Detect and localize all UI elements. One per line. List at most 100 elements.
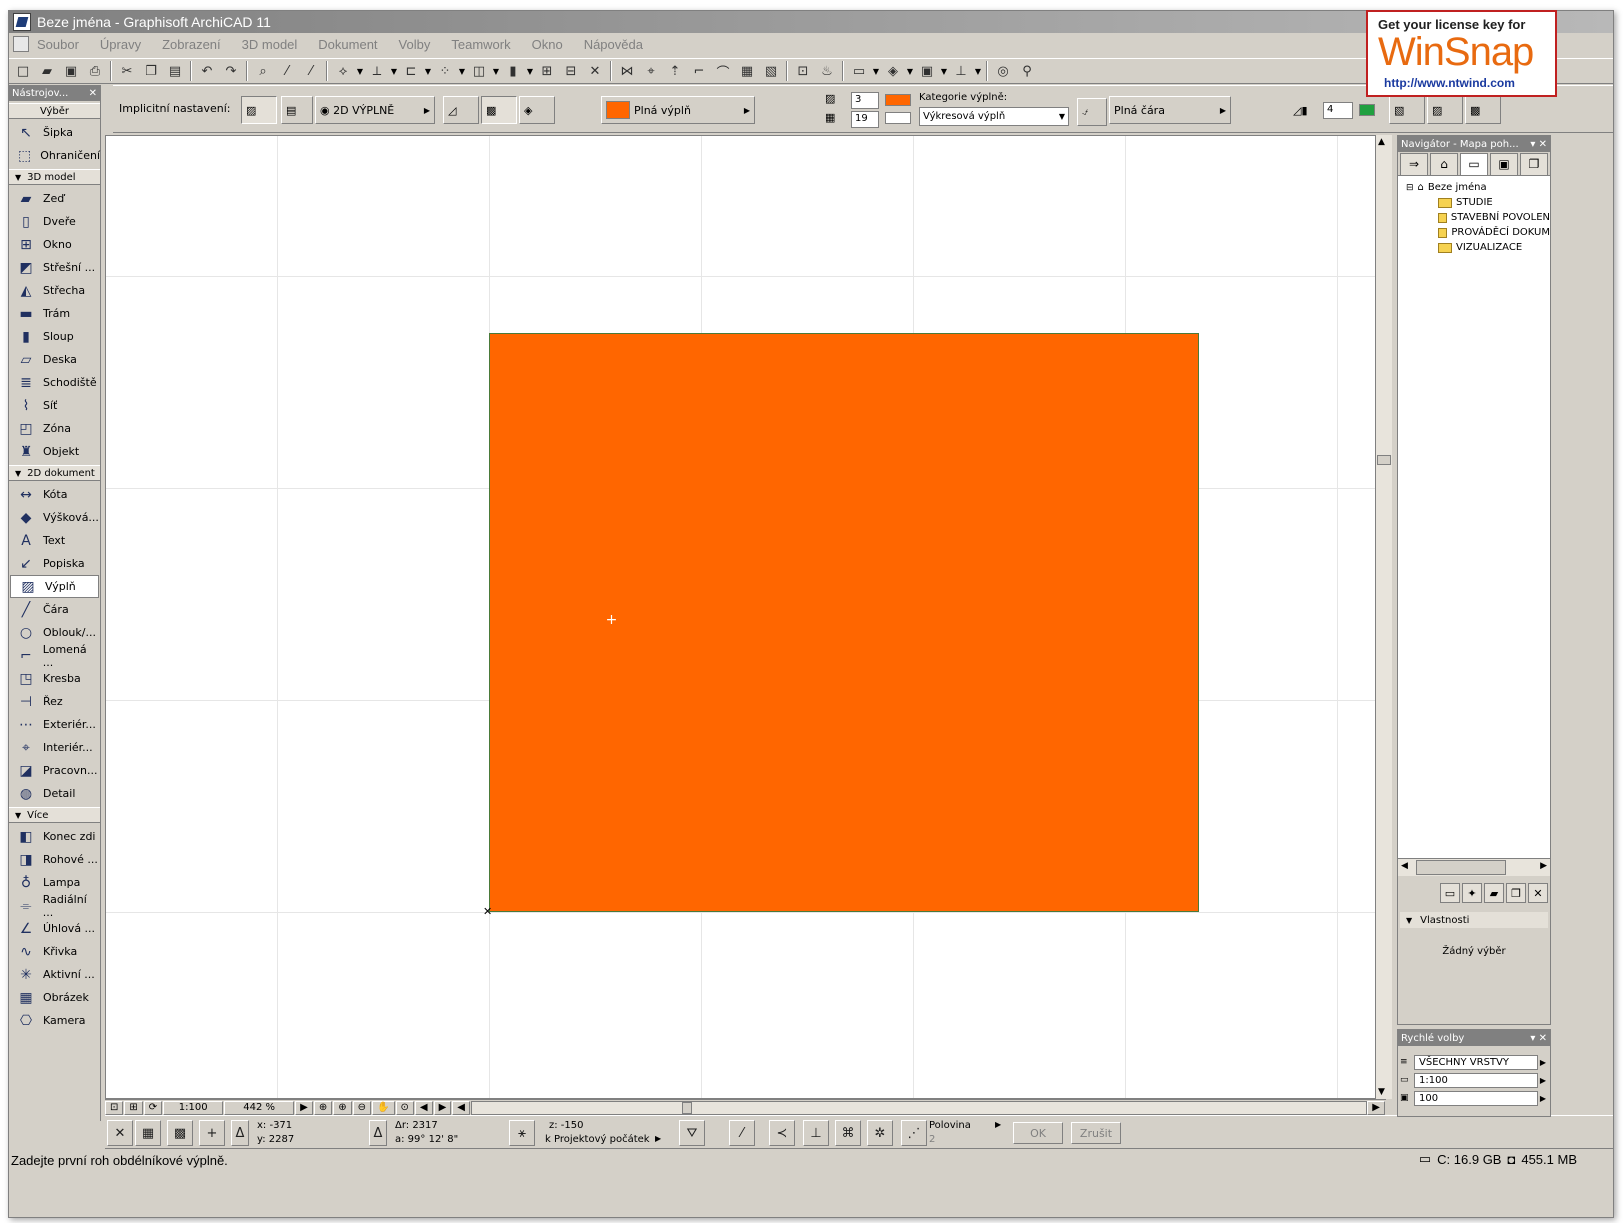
previous-zoom-icon[interactable]: ◀ (414, 1100, 433, 1115)
tree-item[interactable]: STUDIE (1398, 195, 1550, 210)
tool-fill[interactable]: ▨ Výplň (10, 575, 99, 598)
chevron-right-icon[interactable]: ▶ (295, 1100, 313, 1115)
next-zoom-icon[interactable]: ▶ (433, 1100, 452, 1115)
tree-item[interactable]: STAVEBNÍ POVOLEN (1398, 210, 1550, 225)
tab-publisher[interactable]: ▣ (1490, 152, 1518, 175)
parallel-icon[interactable]: ≺ (769, 1120, 795, 1146)
tool-arrow[interactable]: ↖ Šipka (9, 121, 100, 144)
align-icon[interactable]: ⊏ (399, 60, 423, 82)
chevron-down-icon[interactable]: ▼ (973, 60, 983, 82)
menu-upravy[interactable]: Úpravy (98, 37, 143, 52)
fill-category-select[interactable]: Výkresová výplň ▼ (919, 107, 1069, 126)
scroll-right-icon[interactable]: ▶ (1367, 1100, 1385, 1115)
cancel-button[interactable]: Zrušit (1071, 1122, 1121, 1144)
toolbox-group-more[interactable]: ▼ Více (9, 807, 100, 823)
chevron-down-icon[interactable]: ▼ (389, 60, 399, 82)
tool-level-dimension[interactable]: ◆ Výšková... (9, 506, 100, 529)
menu-3d-model[interactable]: 3D model (240, 37, 300, 52)
chevron-right-icon[interactable]: ▶ (995, 1120, 1001, 1129)
cut-icon[interactable]: ✂ (115, 60, 139, 82)
fill-image-button[interactable]: ▩ (1465, 96, 1501, 124)
offset-icon[interactable]: ⇡ (663, 60, 687, 82)
group-icon[interactable]: ▦ (735, 60, 759, 82)
print-icon[interactable]: ⎙ (83, 60, 107, 82)
tool-label-tool[interactable]: ↙ Popiska (9, 552, 100, 575)
special-snap-mode[interactable]: Polovina (929, 1120, 971, 1131)
tool-section[interactable]: ⊣ Řez (9, 690, 100, 713)
fill-gradient-button[interactable]: ▨ (1427, 96, 1463, 124)
fill-favorites-button[interactable]: ▤ (281, 96, 313, 124)
document-menu-icon[interactable] (13, 36, 29, 52)
special-snap-divisions[interactable]: 2 (929, 1134, 935, 1145)
fill-pen-field[interactable]: 3 (851, 92, 879, 109)
scrollbar-thumb[interactable] (682, 1101, 692, 1114)
archicad-app-icon[interactable] (13, 13, 31, 31)
scale-display[interactable]: 1:100 (163, 1100, 224, 1115)
render-icon[interactable]: ♨ (815, 60, 839, 82)
tool-beam[interactable]: ▬ Trám (9, 302, 100, 325)
background-pen-color-swatch[interactable] (885, 112, 911, 124)
tree-root[interactable]: ⊟ ⌂ Beze jména (1398, 180, 1550, 195)
grid-snap-icon[interactable]: ▦ (135, 1120, 161, 1146)
tool-figure[interactable]: ▦ Obrázek (9, 986, 100, 1009)
tool-zone[interactable]: ◰ Zóna (9, 417, 100, 440)
view-icon[interactable]: ▭ (847, 60, 871, 82)
collapse-icon[interactable]: ⊟ (1406, 183, 1414, 193)
navigator-horizontal-scrollbar[interactable]: ◀ ▶ (1398, 858, 1550, 876)
scrollbar-thumb[interactable] (1416, 860, 1506, 875)
delete-icon[interactable]: ✕ (107, 1120, 133, 1146)
tool-detail[interactable]: ◍ Detail (9, 782, 100, 805)
angle-coordinate[interactable]: a: 99° 12' 8" (395, 1134, 458, 1145)
zoom-in-icon[interactable]: ⊕ (313, 1100, 333, 1115)
magic-wand-snap-icon[interactable]: ✲ (867, 1120, 893, 1146)
delete-icon[interactable]: ✕ (1528, 883, 1548, 903)
guide-icon[interactable]: ⊟ (559, 60, 583, 82)
trim-icon[interactable]: ⟂ (365, 60, 389, 82)
snap-guides-icon[interactable]: ⌘ (835, 1120, 861, 1146)
gravity-icon[interactable]: ⛛ (679, 1120, 705, 1146)
banner-url[interactable]: http://www.ntwind.com (1384, 76, 1515, 90)
ungroup-icon[interactable]: ▧ (759, 60, 783, 82)
tool-arc[interactable]: ○ Oblouk/... (9, 621, 100, 644)
menu-teamwork[interactable]: Teamwork (449, 37, 512, 52)
menu-okno[interactable]: Okno (530, 37, 565, 52)
paste-icon[interactable]: ▤ (163, 60, 187, 82)
tool-hotspot[interactable]: ✳ Aktivní ... (9, 963, 100, 986)
x-coordinate[interactable]: x: -371 (257, 1120, 292, 1131)
tool-line[interactable]: ╱ Čára (9, 598, 100, 621)
tool-wall[interactable]: ▰ Zeď (9, 187, 100, 210)
scroll-down-icon[interactable]: ▼ (1378, 1087, 1385, 1097)
3d-window-icon[interactable]: ◈ (881, 60, 905, 82)
tab-project-map[interactable]: ⇒ (1400, 152, 1428, 175)
tool-column[interactable]: ▮ Sloup (9, 325, 100, 348)
close-icon[interactable]: ✕ (89, 88, 97, 99)
layers-icon[interactable]: ◫ (467, 60, 491, 82)
open-icon[interactable]: ▰ (35, 60, 59, 82)
clone-icon[interactable]: ❐ (1506, 883, 1526, 903)
zoom-area-icon[interactable]: ⊕ (333, 1100, 352, 1115)
distance-coordinate[interactable]: Δr: 2317 (395, 1120, 438, 1131)
contour-pen-color-swatch[interactable] (1359, 104, 1375, 116)
chevron-down-icon[interactable]: ▼ (939, 60, 949, 82)
elevation-lock-icon[interactable]: ⚹ (509, 1120, 535, 1146)
chevron-down-icon[interactable]: ▼ (355, 60, 365, 82)
floor-plan-canvas[interactable]: + ✕ (105, 135, 1386, 1099)
chevron-down-icon[interactable]: ▼ (871, 60, 881, 82)
save-view-icon[interactable]: ▭ (1440, 883, 1460, 903)
tab-organizer[interactable]: ❐ (1520, 152, 1548, 175)
close-icon[interactable]: ▾ ✕ (1530, 139, 1547, 150)
menu-dokument[interactable]: Dokument (316, 37, 379, 52)
tab-layout-book[interactable]: ▭ (1460, 152, 1488, 175)
zoom-preview-icon[interactable]: ⊞ (124, 1100, 143, 1115)
relative-construction-icon[interactable]: + (199, 1120, 225, 1146)
chevron-down-icon[interactable]: ▼ (423, 60, 433, 82)
orange-fill-rectangle[interactable] (489, 333, 1199, 912)
tool-drawing[interactable]: ◳ Kresba (9, 667, 100, 690)
layer-combination-select[interactable]: ≡ VŠECHNY VRSTVY ▶ (1400, 1054, 1548, 1070)
tool-lamp[interactable]: ♁ Lampa (9, 871, 100, 894)
menu-zobrazeni[interactable]: Zobrazení (160, 37, 223, 52)
scale-select[interactable]: ▭ 1:100 ▶ (1400, 1072, 1548, 1088)
geometry-method-button[interactable]: ◿ (443, 96, 479, 124)
undo-icon[interactable]: ↶ (195, 60, 219, 82)
redo-icon[interactable]: ↷ (219, 60, 243, 82)
